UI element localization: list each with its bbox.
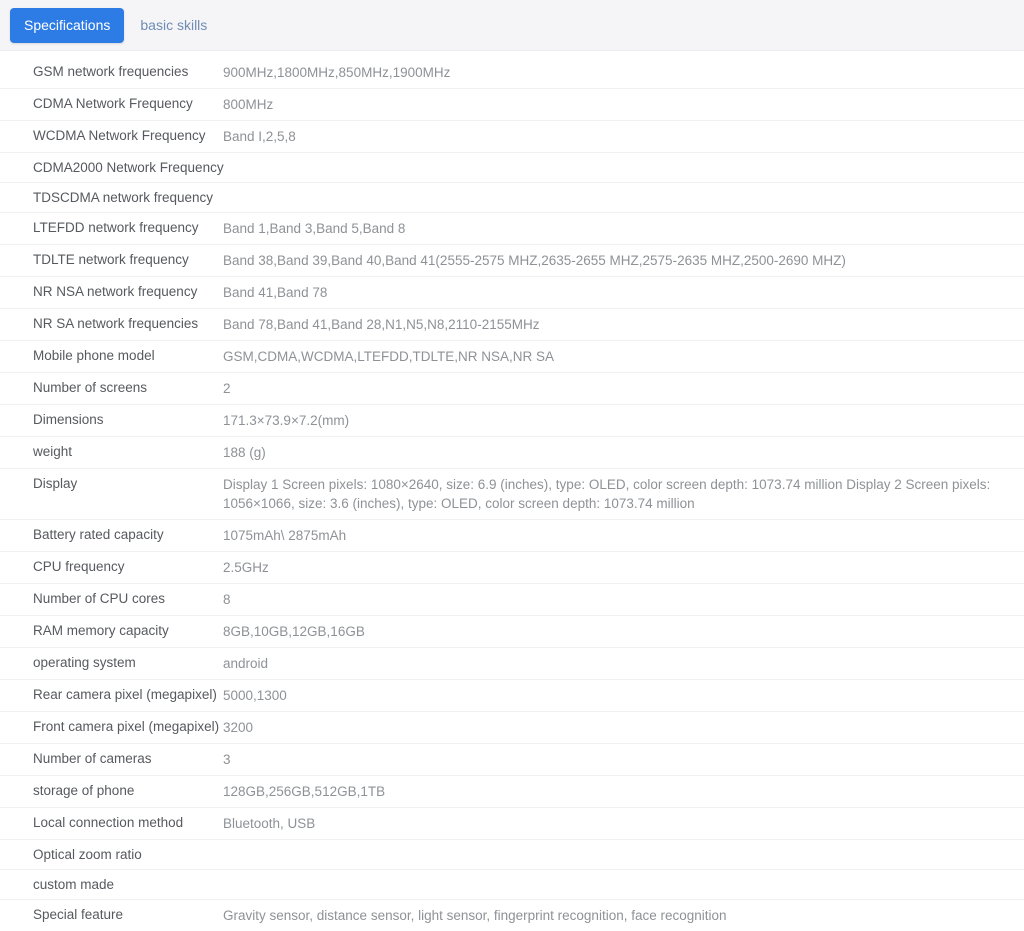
spec-value: 188 (g) <box>223 445 266 460</box>
table-row: Local connection method Bluetooth, USB <box>0 808 1024 840</box>
spec-value: 3 <box>223 752 231 767</box>
tab-basic-skills[interactable]: basic skills <box>124 8 221 43</box>
spec-label: Number of CPU cores <box>33 591 166 606</box>
spec-value: Band 41,Band 78 <box>223 285 328 300</box>
table-row: Optical zoom ratio <box>0 840 1024 870</box>
spec-value: 8 <box>223 592 231 607</box>
spec-label: WCDMA Network Frequency <box>33 128 206 143</box>
spec-value: Band 38,Band 39,Band 40,Band 41(2555-257… <box>223 253 846 268</box>
spec-label: Optical zoom ratio <box>33 847 142 862</box>
table-row: CDMA2000 Network Frequency <box>0 153 1024 183</box>
spec-value: Gravity sensor, distance sensor, light s… <box>223 908 727 923</box>
table-row: Rear camera pixel (megapixel) 5000,1300 <box>0 680 1024 712</box>
spec-value: Display 1 Screen pixels: 1080×2640, size… <box>223 477 991 511</box>
table-row: NR NSA network frequency Band 41,Band 78 <box>0 277 1024 309</box>
spec-label: RAM memory capacity <box>33 623 169 638</box>
spec-label: NR SA network frequencies <box>33 316 199 331</box>
spec-value: Bluetooth, USB <box>223 816 316 831</box>
spec-label: storage of phone <box>33 783 135 798</box>
spec-label: CDMA Network Frequency <box>33 96 193 111</box>
table-row: operating system android <box>0 648 1024 680</box>
table-row: CDMA Network Frequency 800MHz <box>0 89 1024 121</box>
spec-label: LTEFDD network frequency <box>33 220 199 235</box>
spec-value: 800MHz <box>223 97 274 112</box>
spec-label: Dimensions <box>33 412 104 427</box>
table-row: WCDMA Network Frequency Band I,2,5,8 <box>0 121 1024 153</box>
table-row: TDLTE network frequency Band 38,Band 39,B… <box>0 245 1024 277</box>
table-row: NR SA network frequencies Band 78,Band 41… <box>0 309 1024 341</box>
table-row: Display Display 1 Screen pixels: 1080×264… <box>0 469 1024 520</box>
spec-label: custom made <box>33 877 115 892</box>
spec-value: Band 78,Band 41,Band 28,N1,N5,N8,2110-21… <box>223 317 540 332</box>
spec-value: 1075mAh\ 2875mAh <box>223 528 347 543</box>
table-row: Special feature Gravity sensor, distance … <box>0 900 1024 931</box>
spec-value: 171.3×73.9×7.2(mm) <box>223 413 350 428</box>
table-row: Number of CPU cores 8 <box>0 584 1024 616</box>
spec-label: Mobile phone model <box>33 348 155 363</box>
spec-value: GSM,CDMA,WCDMA,LTEFDD,TDLTE,NR NSA,NR SA <box>223 349 555 364</box>
spec-label: NR NSA network frequency <box>33 284 198 299</box>
table-row: RAM memory capacity 8GB,10GB,12GB,16GB <box>0 616 1024 648</box>
spec-value: android <box>223 656 269 671</box>
table-row: Dimensions 171.3×73.9×7.2(mm) <box>0 405 1024 437</box>
spec-value: 128GB,256GB,512GB,1TB <box>223 784 386 799</box>
spec-value: Band 1,Band 3,Band 5,Band 8 <box>223 221 406 236</box>
table-row: weight 188 (g) <box>0 437 1024 469</box>
spec-value: 8GB,10GB,12GB,16GB <box>223 624 365 639</box>
spec-value: 2 <box>223 381 231 396</box>
spec-label: TDSCDMA network frequency <box>33 190 214 205</box>
tab-bar: Specifications basic skills <box>0 0 1024 51</box>
table-row: CPU frequency 2.5GHz <box>0 552 1024 584</box>
spec-label: operating system <box>33 655 136 670</box>
spec-label: weight <box>33 444 73 459</box>
spec-label: CDMA2000 Network Frequency <box>33 160 224 175</box>
table-row: TDSCDMA network frequency <box>0 183 1024 213</box>
spec-label: Front camera pixel (megapixel) <box>33 719 220 734</box>
table-row: Number of cameras 3 <box>0 744 1024 776</box>
spec-label: GSM network frequencies <box>33 64 189 79</box>
spec-value: 5000,1300 <box>223 688 287 703</box>
spec-value: Band I,2,5,8 <box>223 129 296 144</box>
spec-label: TDLTE network frequency <box>33 252 189 267</box>
table-row: custom made <box>0 870 1024 900</box>
table-row: Front camera pixel (megapixel) 3200 <box>0 712 1024 744</box>
specifications-table: GSM network frequencies 900MHz,1800MHz,85… <box>0 51 1024 931</box>
spec-label: CPU frequency <box>33 559 125 574</box>
table-row: Number of screens 2 <box>0 373 1024 405</box>
spec-label: Number of screens <box>33 380 148 395</box>
spec-label: Battery rated capacity <box>33 527 164 542</box>
spec-label: Number of cameras <box>33 751 152 766</box>
spec-value: 2.5GHz <box>223 560 269 575</box>
table-row: Mobile phone model GSM,CDMA,WCDMA,LTEFDD,… <box>0 341 1024 373</box>
spec-label: Local connection method <box>33 815 184 830</box>
table-row: GSM network frequencies 900MHz,1800MHz,85… <box>0 57 1024 89</box>
spec-value: 3200 <box>223 720 254 735</box>
table-row: LTEFDD network frequency Band 1,Band 3,Ba… <box>0 213 1024 245</box>
table-row: Battery rated capacity 1075mAh\ 2875mAh <box>0 520 1024 552</box>
tab-specifications[interactable]: Specifications <box>10 7 125 43</box>
spec-label: Rear camera pixel (megapixel) <box>33 687 217 702</box>
spec-value: 900MHz,1800MHz,850MHz,1900MHz <box>223 65 451 80</box>
spec-label: Display <box>33 476 78 491</box>
table-row: storage of phone 128GB,256GB,512GB,1TB <box>0 776 1024 808</box>
spec-label: Special feature <box>33 907 124 922</box>
